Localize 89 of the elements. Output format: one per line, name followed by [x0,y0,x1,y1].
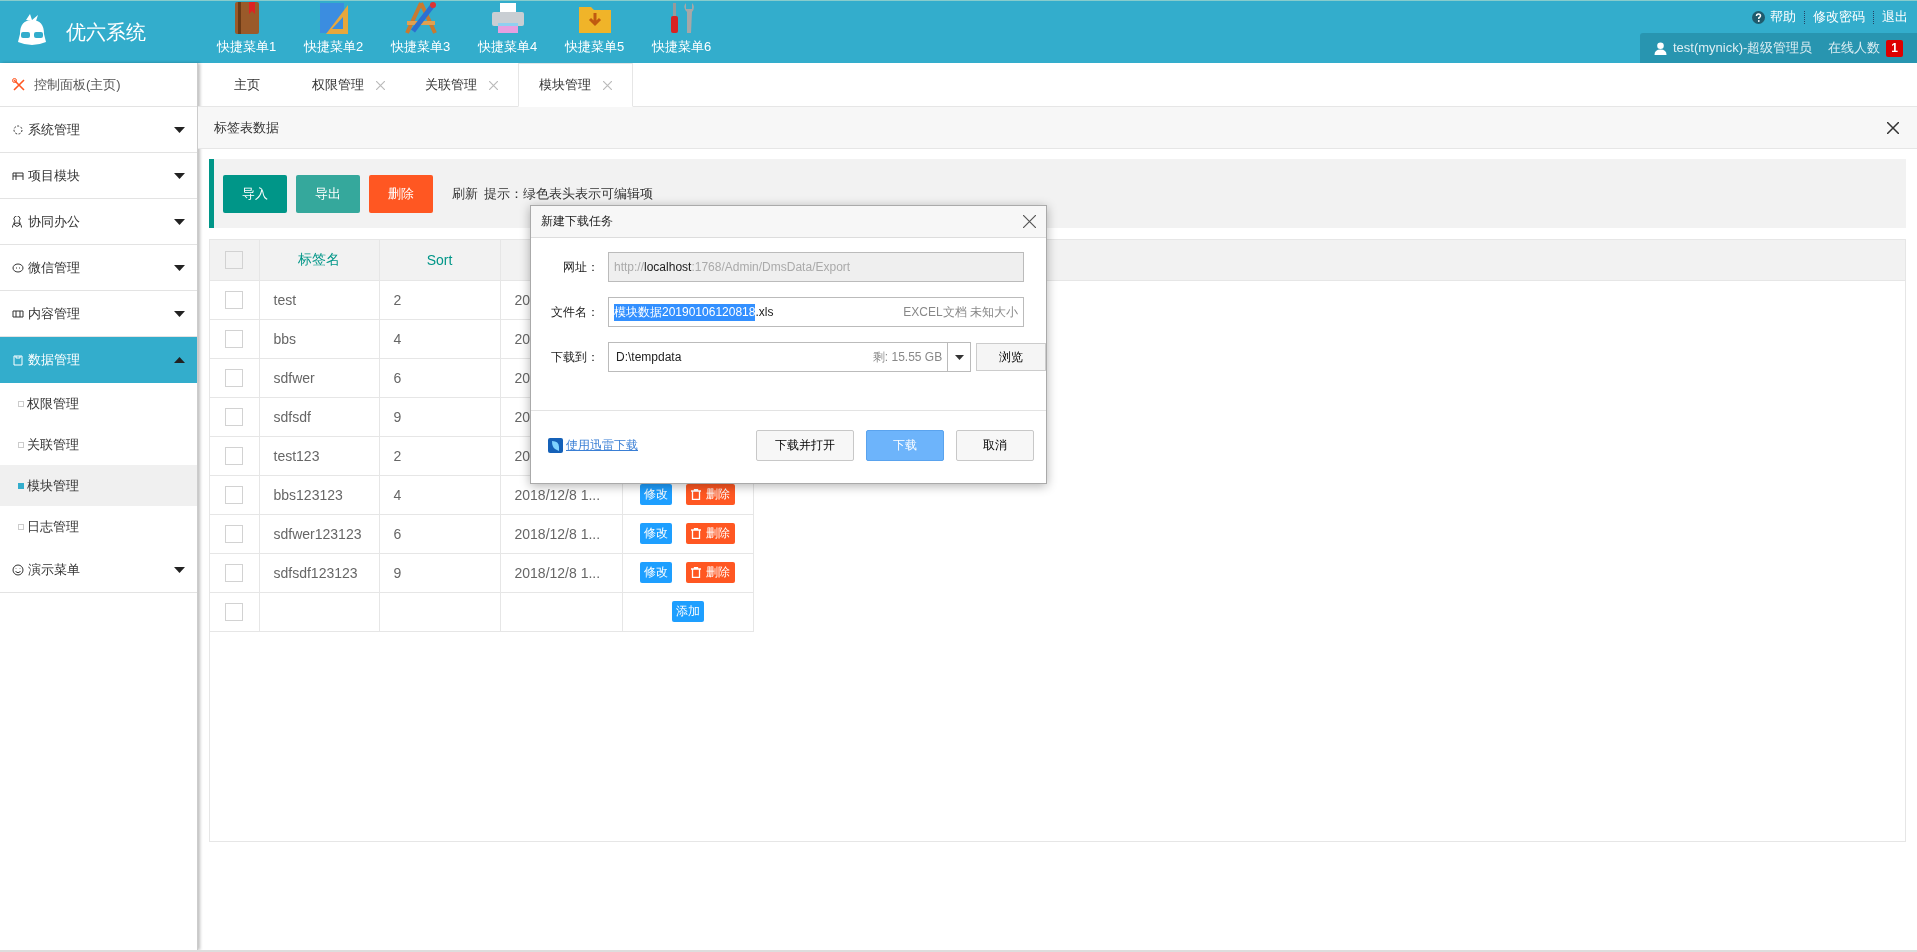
help-icon [1752,10,1765,24]
dialog-button[interactable]: 取消 [956,430,1034,461]
tab[interactable]: 模块管理 [518,63,633,107]
checkbox[interactable] [225,368,244,387]
compass-pencil-icon [402,1,439,35]
online-label: 在线人数 [1828,39,1881,57]
table-cell: 2018/12/8 1... [514,486,601,503]
table-cell: 9 [393,564,402,581]
sidebar-item[interactable]: 项目模块 [0,153,197,199]
table-cell: sdfwer123123 [273,525,362,542]
table-cell: 20 [514,330,531,347]
app-title: 优六系统 [66,19,146,45]
printer-icon [489,1,526,35]
sidebar-item[interactable]: 协同办公 [0,199,197,245]
table-cell: sdfwer [273,369,315,386]
filename-field[interactable]: 模块数据20190106120818.xls EXCEL文档 未知大小 [608,297,1024,327]
column-header: Sort [379,240,500,280]
trash-icon [691,528,701,539]
checkbox[interactable] [225,329,244,348]
caret-icon [954,354,964,360]
refresh-link[interactable]: 刷新 [452,184,478,203]
toolbar-button[interactable]: 导入 [223,174,287,213]
checkbox[interactable] [225,524,244,543]
table-cell: 9 [393,408,402,425]
panel-title: 标签表数据 [214,118,279,137]
table-cell: sdfsdf [273,408,311,425]
table-cell: 2 [393,447,402,464]
sidebar-home-item[interactable]: 控制面板(主页) [0,63,197,107]
table-cell: bbs123123 [273,486,343,503]
menu-item-icon [12,215,24,228]
thunder-download-link[interactable]: 使用迅雷下载 [548,437,638,454]
checkbox[interactable] [225,602,244,621]
checkbox[interactable] [225,407,244,426]
checkbox[interactable] [225,485,244,504]
sidebar-subitem[interactable]: 关联管理 [0,424,197,465]
table-cell: sdfsdf123123 [273,564,358,581]
field-label: 网址： [562,258,599,276]
sidebar-subitem[interactable]: 权限管理 [0,383,197,424]
tab[interactable]: 权限管理 [292,63,405,107]
table-cell: 2018/12/8 1... [514,564,601,581]
checkbox[interactable] [225,563,244,582]
menu-item-icon [12,123,24,136]
menu-item-icon [12,261,24,274]
menu-item-icon [12,169,24,182]
menu-item-icon [12,563,24,576]
table-cell: 6 [393,525,402,542]
table-cell: 4 [393,330,402,347]
checkbox[interactable] [225,290,244,309]
online-count-badge: 1 [1886,39,1903,57]
table-cell: test [273,291,297,308]
sidebar-item[interactable]: 系统管理 [0,107,197,153]
table-cell: 4 [393,486,402,503]
sidebar-subitem[interactable]: 日志管理 [0,506,197,547]
table-cell: 20 [514,408,531,425]
table-cell: bbs [273,330,297,347]
dialog-title: 新建下载任务 [541,213,613,230]
dropdown-button[interactable] [948,342,972,372]
table-cell: test123 [273,447,320,464]
close-icon[interactable] [1023,215,1036,228]
table-cell: 20 [514,291,531,308]
user-name: test(mynick)-超级管理员 [1672,39,1813,57]
table-cell: 6 [393,369,402,386]
checkbox[interactable] [225,250,244,269]
tools-icon [12,77,26,92]
table-cell: 20 [514,369,531,386]
table-cell: 2018/12/8 1... [514,525,601,542]
browse-button[interactable]: 浏览 [976,343,1046,371]
sidebar-subitem[interactable]: 模块管理 [0,465,197,506]
tab[interactable]: 主页 [206,63,292,107]
hint-text: 提示：绿色表头表示可编辑项 [484,184,653,203]
menu-item-icon [12,353,24,366]
url-field[interactable]: http://localhost:1768/Admin/DmsData/Export [608,252,1024,282]
table-cell: 20 [514,447,531,464]
trash-icon [691,567,701,578]
save-path-field[interactable]: D:\tempdata 剩: 15.55 GB [608,342,949,372]
sidebar-item[interactable]: 微信管理 [0,245,197,291]
table-cell: 2 [393,291,402,308]
user-icon [1653,41,1667,55]
field-label: 文件名： [550,303,599,321]
checkbox[interactable] [225,446,244,465]
field-label: 下载到： [550,348,599,366]
sidebar-item[interactable]: 演示菜单 [0,547,197,593]
tab[interactable]: 关联管理 [405,63,518,107]
menu-item-icon [12,307,24,320]
column-header: 标签名 [259,240,379,280]
dialog-button[interactable]: 下载并打开 [756,430,854,461]
trash-icon [691,489,701,500]
ruler-icon [317,1,350,35]
close-icon[interactable] [1887,121,1899,134]
